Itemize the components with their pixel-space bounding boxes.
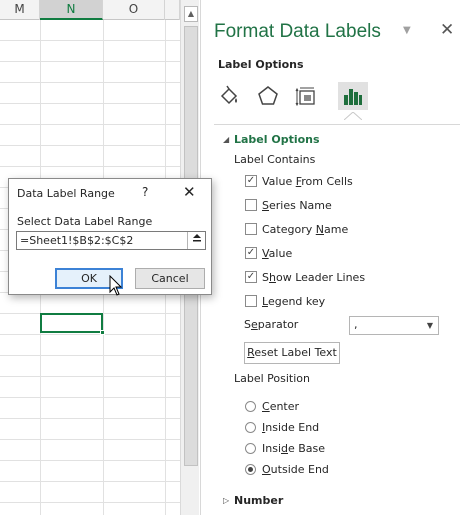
grid-row-line: [0, 439, 180, 440]
label-options-tab[interactable]: [338, 82, 368, 110]
checkbox-label: Series Name: [262, 198, 332, 212]
scroll-up-arrow-icon[interactable]: ▲: [184, 6, 198, 22]
radio-option[interactable]: Inside Base: [245, 440, 325, 456]
checkbox-option[interactable]: ✓ Show Leader Lines: [245, 269, 365, 285]
pane-subtitle[interactable]: Label Options: [218, 58, 304, 71]
mouse-pointer-icon: [109, 275, 123, 296]
size-properties-tab[interactable]: [291, 82, 321, 110]
tab-pointer: [344, 112, 362, 120]
dropdown-arrow-icon: ▼: [426, 321, 433, 330]
grid-row-line: [0, 334, 180, 335]
grid-row-line: [0, 502, 180, 503]
checked-checkbox-icon[interactable]: ✓: [245, 247, 257, 259]
radio-icon[interactable]: [245, 421, 256, 433]
radio-label: Inside Base: [262, 441, 326, 455]
checkbox-label: Legend key: [262, 294, 326, 308]
radio-icon[interactable]: [245, 442, 256, 454]
cancel-button[interactable]: Cancel: [135, 268, 205, 289]
checkbox-label: Value From Cells: [262, 174, 353, 188]
radio-label: Outside End: [262, 462, 329, 476]
active-cell[interactable]: [40, 313, 103, 333]
grid-row-line: [0, 481, 180, 482]
expanded-triangle-icon: ◢: [223, 135, 230, 144]
dialog-title: Data Label Range: [17, 187, 115, 200]
checked-checkbox-icon[interactable]: ✓: [245, 175, 257, 187]
grid-row-line: [0, 40, 180, 41]
number-section[interactable]: ▷ Number: [223, 494, 283, 507]
reset-label-text-button[interactable]: Reset Label Text: [244, 342, 340, 364]
checked-checkbox-icon[interactable]: ✓: [245, 271, 257, 283]
checkbox-label: Show Leader Lines: [262, 270, 366, 284]
label-options-section[interactable]: ◢ Label Options: [223, 133, 320, 146]
pane-options-chevron-icon[interactable]: ▼: [403, 25, 411, 36]
checkbox-icon[interactable]: [245, 295, 257, 307]
radio-option[interactable]: Outside End: [245, 461, 329, 477]
checkbox-option[interactable]: Legend key: [245, 293, 325, 309]
column-headers: M N O: [0, 0, 180, 20]
checkbox-option[interactable]: ✓ Value: [245, 245, 292, 261]
grid-row-line: [0, 460, 180, 461]
pane-close-icon[interactable]: ✕: [440, 20, 454, 40]
grid-row-line: [0, 82, 180, 83]
checkbox-icon[interactable]: [245, 199, 257, 211]
fill-line-tab[interactable]: [214, 82, 244, 110]
paint-bucket-icon: [220, 85, 238, 105]
fill-handle[interactable]: [100, 330, 105, 335]
column-header-m[interactable]: M: [0, 0, 40, 20]
pentagon-icon: [258, 86, 278, 105]
dialog-prompt: Select Data Label Range: [17, 215, 153, 228]
column-header-o[interactable]: O: [103, 0, 165, 20]
label-position-heading: Label Position: [234, 372, 311, 385]
radio-option[interactable]: Center: [245, 398, 299, 414]
grid-row-line: [0, 397, 180, 398]
grid-row-line: [0, 61, 180, 62]
checkbox-label: Category Name: [262, 222, 349, 236]
grid-row-line: [0, 103, 180, 104]
checkbox-label: Value: [262, 246, 293, 260]
collapse-dialog-icon[interactable]: [187, 232, 205, 249]
radio-icon[interactable]: [245, 400, 256, 412]
grid-row-line: [0, 376, 180, 377]
column-header-n[interactable]: N: [40, 0, 103, 20]
checkbox-option[interactable]: ✓ Value From Cells: [245, 173, 353, 189]
pane-divider: [214, 124, 460, 125]
column-header-partial[interactable]: [165, 0, 180, 20]
range-input[interactable]: =Sheet1!$B$2:$C$2: [16, 231, 206, 250]
radio-label: Inside End: [262, 420, 320, 434]
checkbox-icon[interactable]: [245, 223, 257, 235]
radio-option[interactable]: Inside End: [245, 419, 319, 435]
pane-title: Format Data Labels: [214, 21, 381, 42]
grid-row-line: [0, 355, 180, 356]
separator-dropdown[interactable]: , ▼: [349, 316, 439, 335]
collapsed-triangle-icon: ▷: [223, 496, 230, 505]
close-icon[interactable]: ✕: [183, 183, 196, 201]
help-icon[interactable]: ?: [142, 185, 148, 199]
grid-row-line: [0, 145, 180, 146]
radio-label: Center: [262, 399, 300, 413]
grid-row-line: [0, 418, 180, 419]
label-contains-heading: Label Contains: [234, 153, 316, 166]
effects-tab[interactable]: [253, 82, 283, 110]
format-data-labels-pane: Format Data Labels ▼ ✕ Label Options ◢ L…: [200, 0, 473, 515]
data-label-range-dialog: Data Label Range ? ✕ Select Data Label R…: [8, 178, 212, 296]
selected-radio-icon[interactable]: [245, 463, 256, 475]
grid-row-line: [0, 166, 180, 167]
separator-label: Separator: [244, 318, 299, 331]
checkbox-option[interactable]: Category Name: [245, 221, 348, 237]
bar-chart-icon: [344, 89, 362, 105]
checkbox-option[interactable]: Series Name: [245, 197, 332, 213]
size-properties-icon: [295, 87, 315, 107]
grid-row-line: [0, 124, 180, 125]
